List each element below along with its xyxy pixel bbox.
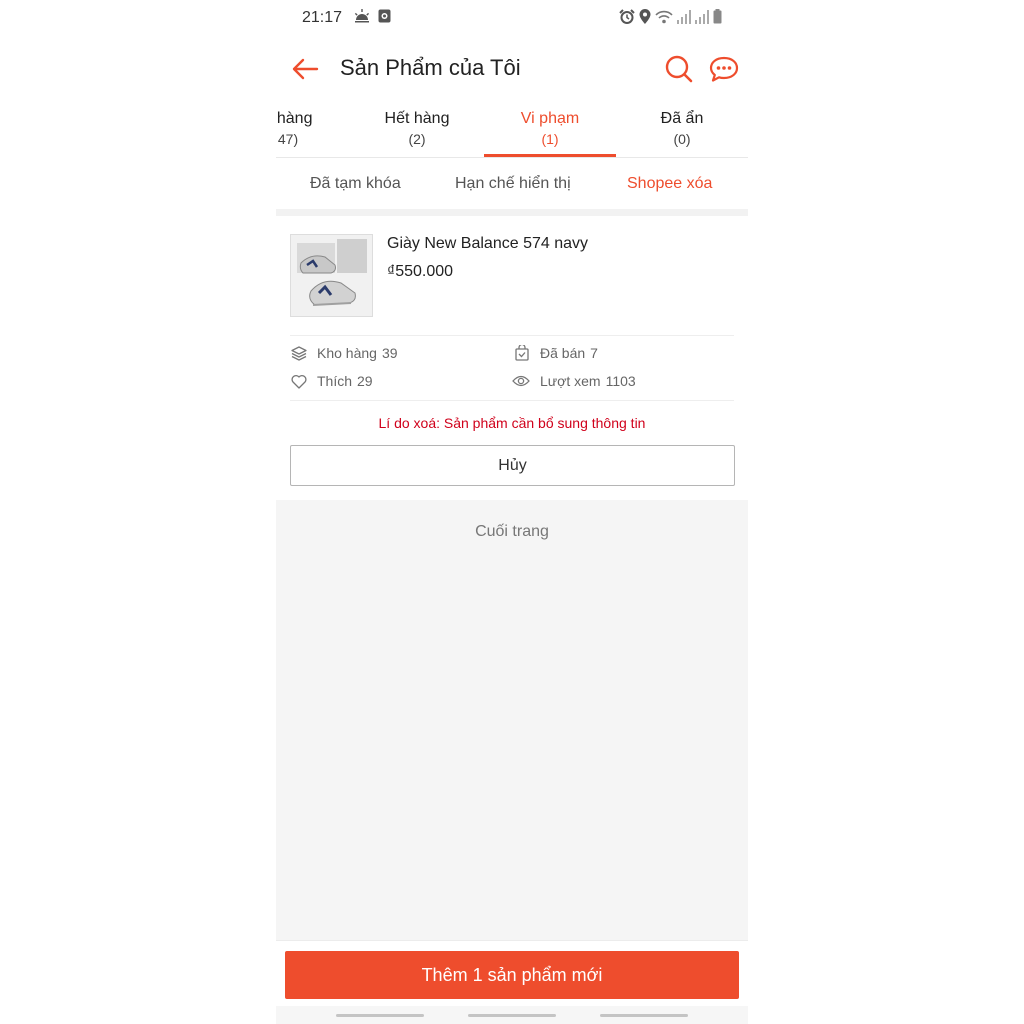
tab-violation[interactable]: Vi phạm (1) — [484, 110, 616, 147]
product-name[interactable]: Giày New Balance 574 navy — [387, 235, 588, 253]
heart-icon — [291, 374, 307, 389]
chat-button[interactable] — [708, 54, 740, 84]
back-button[interactable] — [288, 52, 322, 86]
nav-home-button[interactable] — [468, 1014, 556, 1017]
product-thumbnail[interactable] — [290, 234, 373, 317]
nav-back-button[interactable] — [600, 1014, 688, 1017]
tab-label: Hết hàng — [384, 110, 450, 127]
search-button[interactable] — [664, 54, 694, 84]
likes-stat: Thích 29 — [291, 373, 373, 389]
arrow-left-icon — [292, 58, 319, 80]
violation-filters: Đã tạm khóa Hạn chế hiển thị Shopee xóa — [276, 160, 748, 210]
filter-restricted[interactable]: Hạn chế hiển thị — [455, 175, 571, 193]
status-time: 21:17 — [302, 9, 343, 26]
product-card: Giày New Balance 574 navy ₫550.000 Kho h… — [276, 216, 748, 500]
filter-shopee-deleted[interactable]: Shopee xóa — [627, 175, 712, 193]
location-icon — [639, 9, 651, 24]
layers-icon — [291, 346, 307, 361]
views-value: 1103 — [605, 373, 636, 389]
signal-icon — [695, 9, 709, 24]
status-right-icons — [619, 9, 722, 24]
tab-label: n hàng — [276, 110, 313, 127]
tab-count: (0) — [673, 131, 691, 147]
likes-label: Thích — [317, 373, 353, 389]
stock-stat: Kho hàng 39 — [291, 345, 398, 361]
tab-label: Vi phạm — [520, 110, 580, 127]
app-header: Sản Phẩm của Tôi — [276, 40, 748, 98]
tab-selling[interactable]: n hàng 47) — [276, 110, 354, 147]
tab-hidden[interactable]: Đã ẩn (0) — [616, 110, 748, 147]
battery-icon — [713, 9, 722, 24]
system-nav-bar — [276, 1006, 748, 1024]
views-label: Lượt xem — [540, 373, 601, 389]
status-left-icons — [354, 9, 391, 23]
page-title: Sản Phẩm của Tôi — [340, 55, 521, 80]
status-tabs: n hàng 47) Hết hàng (2) Vi phạm (1) Đã ẩ… — [276, 100, 748, 158]
signal-icon — [677, 9, 691, 24]
sales-icon — [515, 345, 529, 361]
stock-value: 39 — [381, 345, 398, 361]
sold-label: Đã bán — [540, 345, 586, 361]
section-divider — [276, 209, 748, 216]
chat-icon — [709, 56, 739, 82]
likes-value: 29 — [357, 373, 373, 389]
stock-label: Kho hàng — [317, 345, 377, 361]
deletion-reason: Lí do xoá: Sản phẩm cần bổ sung thông ti… — [378, 415, 646, 431]
nav-recent-button[interactable] — [336, 1014, 424, 1017]
divider — [290, 400, 734, 401]
weather-icon — [354, 9, 370, 23]
product-price: ₫550.000 — [387, 263, 454, 280]
end-of-list-area: Cuối trang — [276, 500, 748, 940]
filter-suspended[interactable]: Đã tạm khóa — [310, 175, 401, 193]
phone-screen: 21:17 Sản Phẩm của Tôi hàng 47) Hết hàng… — [276, 0, 748, 1024]
sold-stat: Đã bán 7 — [514, 345, 598, 361]
active-tab-indicator — [484, 154, 616, 157]
tab-label: Đã ẩn — [660, 110, 704, 127]
tab-count: (1) — [541, 131, 559, 147]
add-product-button[interactable]: Thêm 1 sản phẩm mới — [285, 951, 739, 999]
status-bar: 21:17 — [276, 0, 748, 36]
alarm-icon — [619, 9, 635, 24]
tab-count: (2) — [408, 131, 426, 147]
search-icon — [665, 55, 693, 83]
tab-sold-out[interactable]: Hết hàng (2) — [351, 110, 483, 147]
shoe-image — [291, 235, 372, 316]
views-stat: Lượt xem 1103 — [512, 373, 636, 389]
wifi-icon — [655, 10, 673, 23]
divider — [290, 335, 734, 336]
cancel-button[interactable]: Hủy — [290, 445, 735, 486]
tab-count: 47) — [277, 131, 299, 147]
eye-icon — [512, 375, 530, 387]
sold-value: 7 — [590, 345, 598, 361]
notification-icon — [378, 9, 391, 23]
end-of-page-label: Cuối trang — [475, 523, 549, 540]
